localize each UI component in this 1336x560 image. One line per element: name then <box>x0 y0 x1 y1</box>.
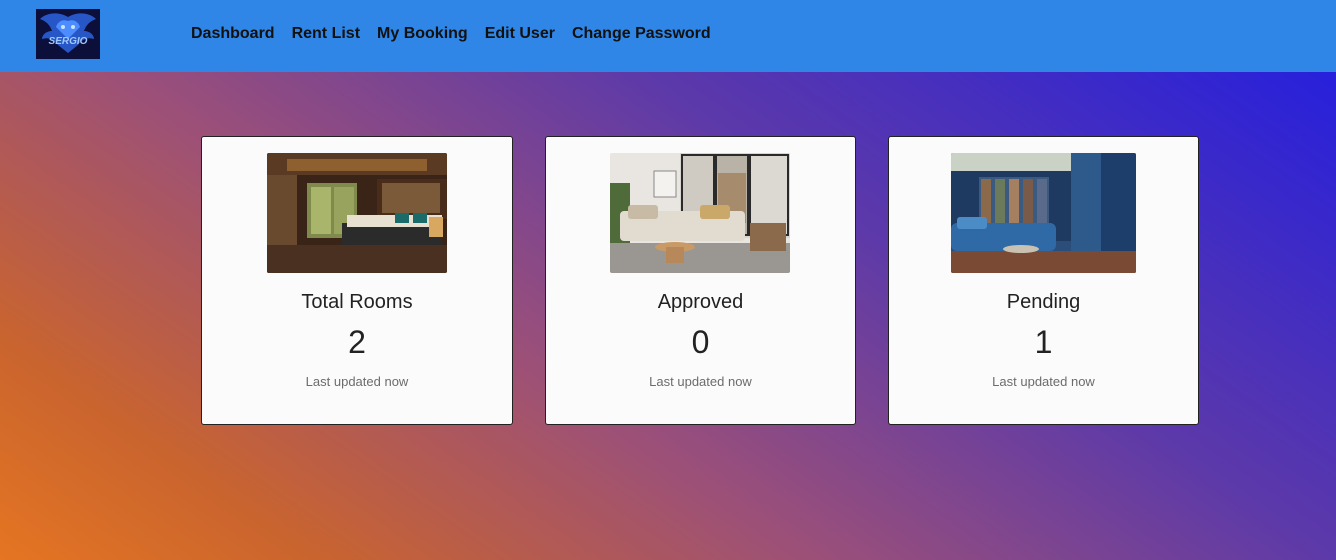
top-navbar: SERGIO Dashboard Rent List My Booking Ed… <box>0 0 1336 72</box>
card-footer: Last updated now <box>305 374 409 389</box>
nav-rent-list[interactable]: Rent List <box>292 25 360 43</box>
card-title: Pending <box>1006 291 1081 313</box>
nav-my-booking[interactable]: My Booking <box>377 25 468 43</box>
nav-dashboard[interactable]: Dashboard <box>191 25 275 43</box>
nav-menu: Dashboard Rent List My Booking Edit User… <box>191 25 728 43</box>
card-footer: Last updated now <box>992 374 1095 389</box>
svg-text:SERGIO: SERGIO <box>49 36 88 47</box>
stat-card-pending: Pending 1 Last updated now <box>888 136 1199 425</box>
brand-logo[interactable]: SERGIO <box>36 9 100 59</box>
stat-card-approved: Approved 0 Last updated now <box>545 136 856 425</box>
living-room-image <box>610 153 790 273</box>
card-value: 1 <box>1034 324 1053 360</box>
nav-edit-user[interactable]: Edit User <box>485 25 555 43</box>
card-value: 2 <box>348 324 366 360</box>
card-title: Total Rooms <box>301 291 413 313</box>
library-room-image <box>951 153 1136 273</box>
card-title: Approved <box>657 291 744 313</box>
stat-card-total-rooms: Total Rooms 2 Last updated now <box>201 136 513 425</box>
card-value: 0 <box>691 324 710 360</box>
bedroom-image <box>267 153 447 273</box>
nav-change-password[interactable]: Change Password <box>572 25 711 43</box>
card-footer: Last updated now <box>649 374 752 389</box>
